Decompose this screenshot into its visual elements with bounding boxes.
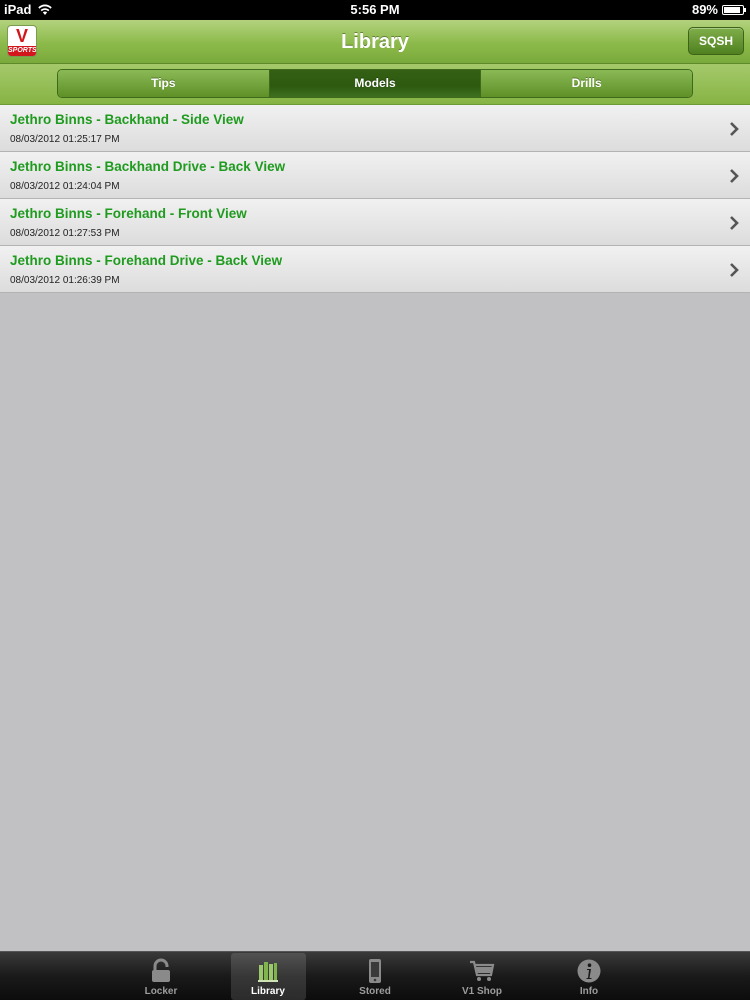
battery-fill [724,6,741,13]
lock-icon [151,958,170,982]
chevron-right-icon [730,169,739,183]
list-item-title: Jethro Binns - Backhand Drive - Back Vie… [10,159,286,174]
list-item[interactable]: Jethro Binns - Forehand Drive - Back Vie… [0,246,750,293]
chevron-right-icon [730,122,739,136]
tab-library[interactable]: Library [230,953,306,1000]
list-item-title: Jethro Binns - Backhand - Side View [10,112,244,127]
list-item[interactable]: Jethro Binns - Forehand - Front View 08/… [0,199,750,246]
list-item-title: Jethro Binns - Forehand Drive - Back Vie… [10,253,283,268]
tab-locker[interactable]: Locker [124,953,199,1000]
status-time: 5:56 PM [350,2,400,17]
nav-bar: V SPORTS Library SQSH [0,20,750,64]
segment-drills[interactable]: Drills [481,70,692,97]
list-item[interactable]: Jethro Binns - Backhand Drive - Back Vie… [0,152,750,199]
tab-bar: Locker Library Stored V1 Shop Info [0,951,750,1000]
tab-stored[interactable]: Stored [338,953,413,1000]
books-icon [257,962,278,982]
tab-label: Library [251,986,285,997]
tab-label: V1 Shop [461,986,502,997]
segment-tips[interactable]: Tips [58,70,270,97]
status-bar: iPad 5:56 PM 89% [0,0,750,20]
segment-bar: Tips Models Drills [0,64,750,105]
chevron-right-icon [730,216,739,230]
battery-icon [722,4,746,15]
battery-percent: 89% [691,2,718,17]
list-item-title: Jethro Binns - Forehand - Front View [10,206,247,221]
list-item-date: 08/03/2012 01:26:39 PM [10,275,120,286]
chevron-right-icon [730,263,739,277]
tab-info[interactable]: Info [552,953,627,1000]
segmented-control: Tips Models Drills [57,69,693,98]
sqsh-button[interactable]: SQSH [687,27,744,55]
cart-icon [469,960,494,981]
list-item-date: 08/03/2012 01:25:17 PM [10,134,120,145]
list-item[interactable]: Jethro Binns - Backhand - Side View 08/0… [0,105,750,152]
list-item-date: 08/03/2012 01:24:04 PM [10,181,120,192]
list-item-date: 08/03/2012 01:27:53 PM [10,228,120,239]
tab-label: Locker [144,986,178,997]
segment-models[interactable]: Models [269,70,482,97]
phone-icon [368,959,381,983]
page-title: Library [341,31,409,53]
tab-label: Info [579,986,599,997]
tab-label: Stored [359,986,391,997]
info-icon [577,959,600,983]
tab-v1-shop[interactable]: V1 Shop [445,953,520,1000]
model-list: Jethro Binns - Backhand - Side View 08/0… [0,105,750,293]
